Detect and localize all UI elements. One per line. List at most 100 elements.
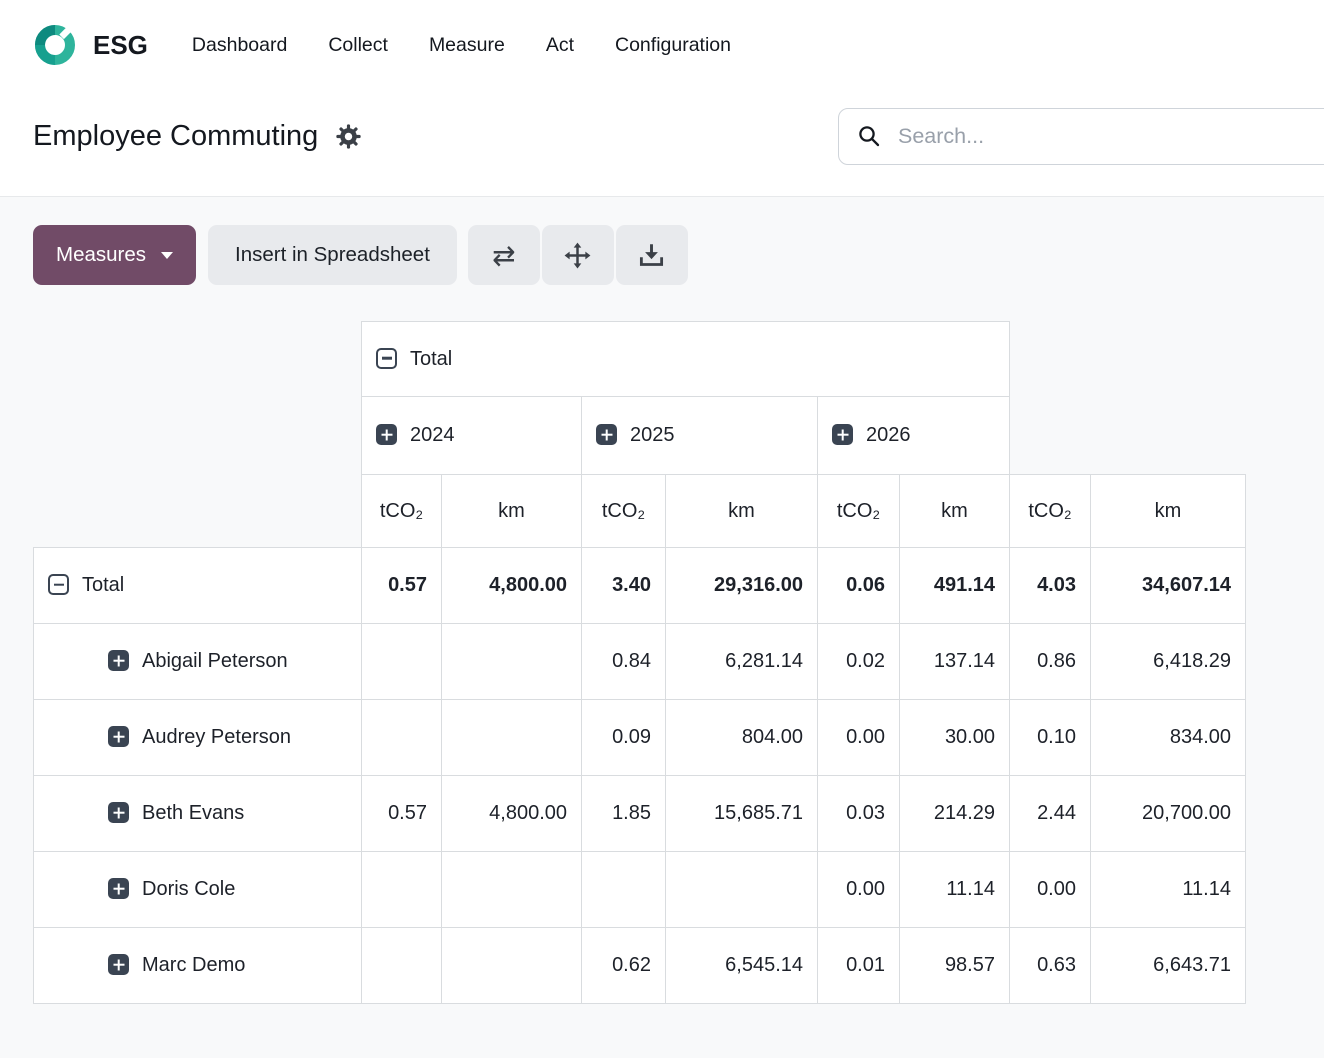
exchange-arrows-icon: ⇄: [492, 239, 515, 272]
expand-icon[interactable]: [108, 802, 129, 823]
pivot-cell: [442, 700, 582, 776]
pivot-cell: 804.00: [666, 700, 818, 776]
pivot-cell: 11.14: [1091, 852, 1246, 928]
row-header-doris-cole[interactable]: Doris Cole: [34, 852, 362, 928]
pivot-cell: 4.03: [1010, 548, 1091, 624]
row-header-total-label: Total: [82, 574, 124, 596]
col-group-2025[interactable]: 2025: [582, 397, 818, 475]
pivot-cell: [362, 624, 442, 700]
table-row-audrey-peterson: Audrey Peterson 0.09 804.00 0.00 30.00 0…: [34, 700, 1246, 776]
expand-icon[interactable]: [832, 424, 853, 445]
expand-icon[interactable]: [108, 878, 129, 899]
row-label: Audrey Peterson: [142, 726, 291, 748]
pivot-cell: 0.84: [582, 624, 666, 700]
pivot-cell: [666, 852, 818, 928]
pivot-cell: 6,418.29: [1091, 624, 1246, 700]
pivot-cell: 4,800.00: [442, 776, 582, 852]
pivot-cell: [442, 928, 582, 1004]
pivot-cell: 29,316.00: [666, 548, 818, 624]
page-title: Employee Commuting: [33, 120, 318, 153]
pivot-cell: [362, 700, 442, 776]
pivot-cell: 2.44: [1010, 776, 1091, 852]
app-brand[interactable]: ESG: [32, 22, 148, 68]
pivot-cell: 3.40: [582, 548, 666, 624]
col-group-2026-label: 2026: [866, 424, 911, 446]
expand-all-button[interactable]: [542, 225, 614, 285]
pivot-cell: 6,643.71: [1091, 928, 1246, 1004]
nav-dashboard[interactable]: Dashboard: [192, 34, 287, 57]
row-label: Marc Demo: [142, 954, 245, 976]
flip-axis-button[interactable]: ⇄: [468, 225, 540, 285]
pivot-cell: 0.03: [818, 776, 900, 852]
col-group-2024[interactable]: 2024: [362, 397, 582, 475]
pivot-cell: 11.14: [900, 852, 1010, 928]
row-header-audrey-peterson[interactable]: Audrey Peterson: [34, 700, 362, 776]
measure-header-km[interactable]: km: [666, 475, 818, 548]
pivot-cell: 34,607.14: [1091, 548, 1246, 624]
expand-icon[interactable]: [596, 424, 617, 445]
search-input[interactable]: [896, 123, 1319, 150]
col-group-2026[interactable]: 2026: [818, 397, 1010, 475]
pivot-cell: 4,800.00: [442, 548, 582, 624]
measures-button[interactable]: Measures: [33, 225, 196, 285]
insert-button-label: Insert in Spreadsheet: [235, 243, 430, 266]
download-icon: [638, 242, 665, 269]
nav-configuration[interactable]: Configuration: [615, 34, 731, 57]
measure-header-tco2[interactable]: tCO₂: [582, 475, 666, 548]
nav-measure[interactable]: Measure: [429, 34, 505, 57]
insert-in-spreadsheet-button[interactable]: Insert in Spreadsheet: [208, 225, 457, 285]
brand-name: ESG: [93, 30, 148, 61]
measure-header-tco2[interactable]: tCO₂: [818, 475, 900, 548]
top-navigation: ESG Dashboard Collect Measure Act Config…: [0, 0, 1324, 90]
move-arrows-icon: [564, 242, 591, 269]
pivot-cell: 0.01: [818, 928, 900, 1004]
row-header-total[interactable]: Total: [34, 548, 362, 624]
nav-act[interactable]: Act: [546, 34, 574, 57]
table-row-beth-evans: Beth Evans 0.57 4,800.00 1.85 15,685.71 …: [34, 776, 1246, 852]
table-row-total: Total 0.57 4,800.00 3.40 29,316.00 0.06 …: [34, 548, 1246, 624]
app-header: ESG Dashboard Collect Measure Act Config…: [0, 0, 1324, 197]
pivot-cell: 20,700.00: [1091, 776, 1246, 852]
esg-logo-icon: [32, 22, 78, 68]
row-header-abigail-peterson[interactable]: Abigail Peterson: [34, 624, 362, 700]
expand-icon[interactable]: [108, 726, 129, 747]
measure-header-tco2[interactable]: tCO₂: [362, 475, 442, 548]
pivot-cell: 0.02: [818, 624, 900, 700]
row-header-marc-demo[interactable]: Marc Demo: [34, 928, 362, 1004]
search-box[interactable]: [838, 108, 1324, 165]
measure-header-km[interactable]: km: [1091, 475, 1246, 548]
expand-icon[interactable]: [376, 424, 397, 445]
search-icon: [857, 124, 881, 148]
pivot-cell: [442, 852, 582, 928]
main-menu: Dashboard Collect Measure Act Configurat…: [192, 34, 731, 57]
pivot-cell: 0.63: [1010, 928, 1091, 1004]
pivot-cell: 15,685.71: [666, 776, 818, 852]
download-button[interactable]: [616, 225, 688, 285]
pivot-cell: 98.57: [900, 928, 1010, 1004]
col-group-2025-label: 2025: [630, 424, 675, 446]
pivot-cell: [362, 928, 442, 1004]
collapse-icon[interactable]: [48, 574, 69, 595]
expand-icon[interactable]: [108, 650, 129, 671]
pivot-cell: [582, 852, 666, 928]
col-group-total[interactable]: Total: [362, 322, 1010, 397]
pivot-cell: 6,545.14: [666, 928, 818, 1004]
gear-icon[interactable]: [335, 123, 362, 150]
measure-header-km[interactable]: km: [442, 475, 582, 548]
pivot-cell: 0.86: [1010, 624, 1091, 700]
pivot-cell: 0.06: [818, 548, 900, 624]
measure-header-tco2[interactable]: tCO₂: [1010, 475, 1091, 548]
nav-collect[interactable]: Collect: [328, 34, 388, 57]
pivot-cell: 0.00: [1010, 852, 1091, 928]
table-row-marc-demo: Marc Demo 0.62 6,545.14 0.01 98.57 0.63 …: [34, 928, 1246, 1004]
col-group-2024-label: 2024: [410, 424, 455, 446]
pivot-cell: 30.00: [900, 700, 1010, 776]
expand-icon[interactable]: [108, 954, 129, 975]
row-header-beth-evans[interactable]: Beth Evans: [34, 776, 362, 852]
pivot-cell: 214.29: [900, 776, 1010, 852]
collapse-icon[interactable]: [376, 348, 397, 369]
pivot-icon-buttons: ⇄: [468, 225, 688, 285]
measure-header-km[interactable]: km: [900, 475, 1010, 548]
pivot-cell: 0.57: [362, 776, 442, 852]
pivot-cell: 0.57: [362, 548, 442, 624]
